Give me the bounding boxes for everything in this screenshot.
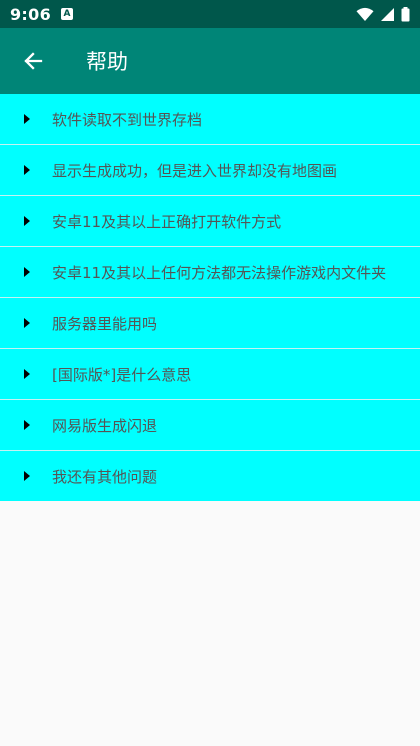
page-title: 帮助 bbox=[86, 50, 128, 74]
wifi-icon bbox=[356, 7, 374, 21]
help-item-label: [国际版*]是什么意思 bbox=[52, 365, 192, 384]
help-item-label: 显示生成成功，但是进入世界却没有地图画 bbox=[52, 161, 338, 180]
help-item-netease-crash[interactable]: 网易版生成闪退 bbox=[0, 400, 420, 451]
help-item-label: 服务器里能用吗 bbox=[52, 314, 158, 333]
help-item-android11-open[interactable]: 安卓11及其以上正确打开软件方式 bbox=[0, 196, 420, 247]
status-bar: 9:06 A bbox=[0, 0, 420, 28]
expand-arrow-icon bbox=[24, 114, 30, 124]
help-item-no-map-image[interactable]: 显示生成成功，但是进入世界却没有地图画 bbox=[0, 145, 420, 196]
battery-icon bbox=[401, 6, 410, 21]
help-item-label: 安卓11及其以上任何方法都无法操作游戏内文件夹 bbox=[52, 263, 387, 282]
expand-arrow-icon bbox=[24, 216, 30, 226]
help-list: 软件读取不到世界存档 显示生成成功，但是进入世界却没有地图画 安卓11及其以上正… bbox=[0, 94, 420, 501]
help-item-android11-folder[interactable]: 安卓11及其以上任何方法都无法操作游戏内文件夹 bbox=[0, 247, 420, 298]
expand-arrow-icon bbox=[24, 318, 30, 328]
expand-arrow-icon bbox=[24, 165, 30, 175]
help-item-label: 软件读取不到世界存档 bbox=[52, 110, 203, 129]
help-item-label: 网易版生成闪退 bbox=[52, 416, 158, 435]
signal-icon bbox=[381, 7, 394, 21]
help-item-international[interactable]: [国际版*]是什么意思 bbox=[0, 349, 420, 400]
status-time: 9:06 bbox=[10, 4, 51, 24]
expand-arrow-icon bbox=[24, 471, 30, 481]
back-button[interactable] bbox=[13, 41, 53, 81]
arrow-left-icon bbox=[24, 52, 43, 70]
help-item-label: 安卓11及其以上正确打开软件方式 bbox=[52, 212, 282, 231]
help-item-save-not-found[interactable]: 软件读取不到世界存档 bbox=[0, 94, 420, 145]
help-item-label: 我还有其他问题 bbox=[52, 467, 158, 486]
help-item-server[interactable]: 服务器里能用吗 bbox=[0, 298, 420, 349]
expand-arrow-icon bbox=[24, 369, 30, 379]
status-icons bbox=[356, 0, 410, 28]
app-bar: 帮助 bbox=[0, 28, 420, 94]
expand-arrow-icon bbox=[24, 267, 30, 277]
expand-arrow-icon bbox=[24, 420, 30, 430]
help-item-other[interactable]: 我还有其他问题 bbox=[0, 451, 420, 501]
notification-icon: A bbox=[61, 8, 73, 20]
